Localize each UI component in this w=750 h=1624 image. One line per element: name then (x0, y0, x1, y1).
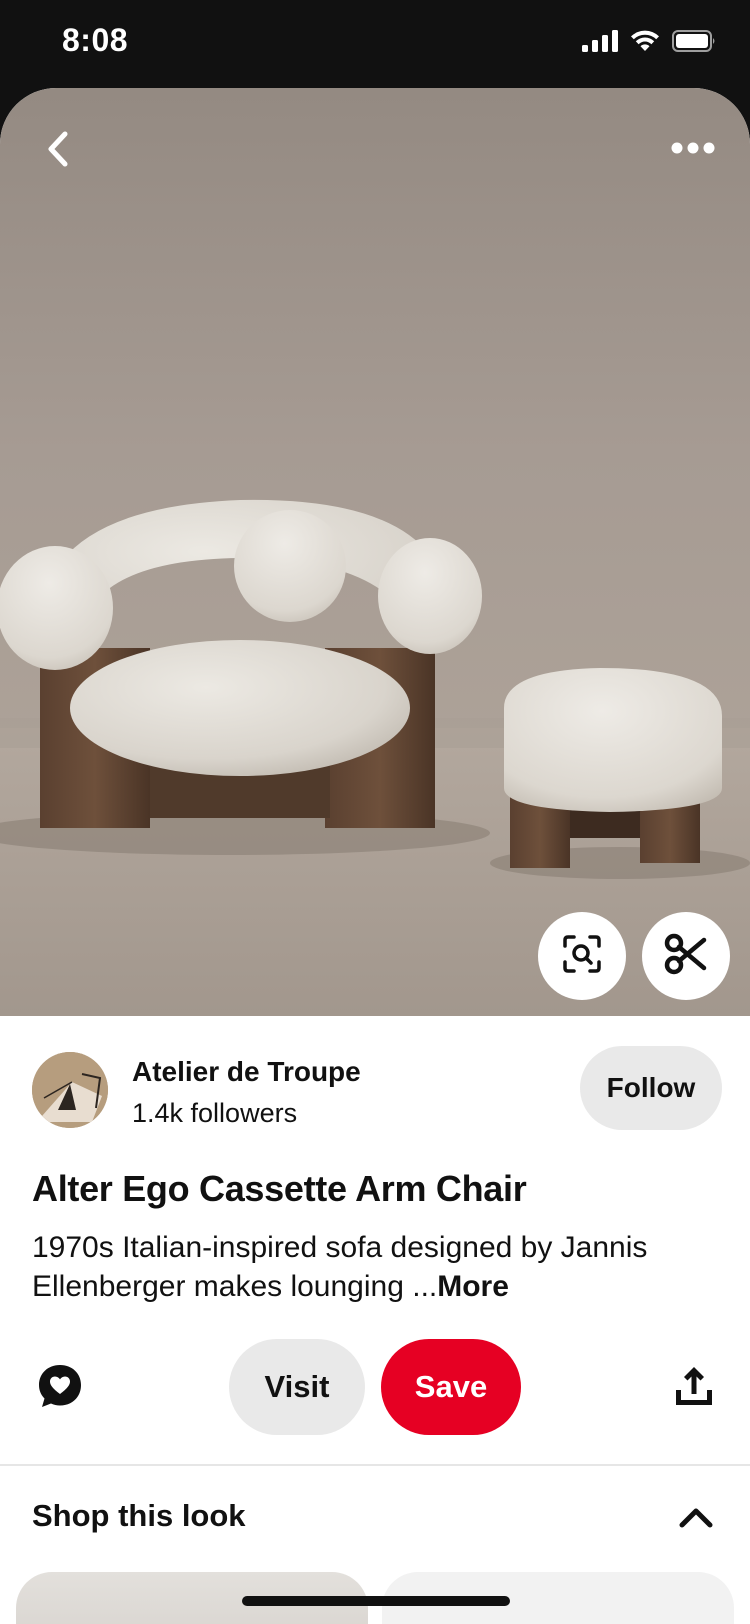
more-link[interactable]: More (437, 1270, 509, 1303)
battery-icon (672, 30, 716, 52)
pin-title: Alter Ego Cassette Arm Chair (32, 1168, 527, 1209)
status-bar: 8:08 (0, 0, 750, 90)
chevron-up-icon[interactable] (676, 1502, 716, 1532)
share-button[interactable] (666, 1360, 722, 1416)
section-divider (0, 1464, 750, 1466)
status-icons (582, 30, 716, 52)
scissors-icon (664, 932, 708, 981)
comment-heart-icon (36, 1362, 84, 1415)
pin-description: 1970s Italian-inspired sofa designed by … (32, 1228, 722, 1306)
visit-button[interactable]: Visit (229, 1339, 365, 1435)
more-options-button[interactable] (662, 128, 724, 172)
creator-row: Atelier de Troupe 1.4k followers Follow (32, 1046, 722, 1136)
cellular-signal-icon (582, 30, 618, 52)
comment-button[interactable] (32, 1360, 88, 1416)
pin-image[interactable] (0, 88, 750, 1016)
share-icon (672, 1364, 716, 1413)
save-button[interactable]: Save (381, 1339, 521, 1435)
shop-this-look-header[interactable]: Shop this look (32, 1488, 722, 1548)
follow-button[interactable]: Follow (580, 1046, 722, 1130)
shop-this-look-title: Shop this look (32, 1498, 246, 1533)
chair-photo (0, 88, 750, 1016)
pin-detail-sheet: Atelier de Troupe 1.4k followers Follow … (0, 88, 750, 1624)
more-dots-icon (671, 141, 715, 159)
creator-followers: 1.4k followers (132, 1098, 298, 1128)
back-button[interactable] (30, 122, 88, 180)
avatar[interactable] (32, 1052, 108, 1128)
visual-search-icon (562, 934, 602, 979)
action-bar: Visit Save (0, 1338, 750, 1438)
back-chevron-icon (45, 131, 73, 172)
home-indicator[interactable] (242, 1596, 510, 1606)
cutout-button[interactable] (642, 912, 730, 1000)
status-time: 8:08 (62, 22, 129, 58)
pin-description-text: 1970s Italian-inspired sofa designed by … (32, 1231, 648, 1303)
creator-name[interactable]: Atelier de Troupe (132, 1056, 361, 1088)
wifi-icon (630, 30, 660, 52)
visual-search-button[interactable] (538, 912, 626, 1000)
